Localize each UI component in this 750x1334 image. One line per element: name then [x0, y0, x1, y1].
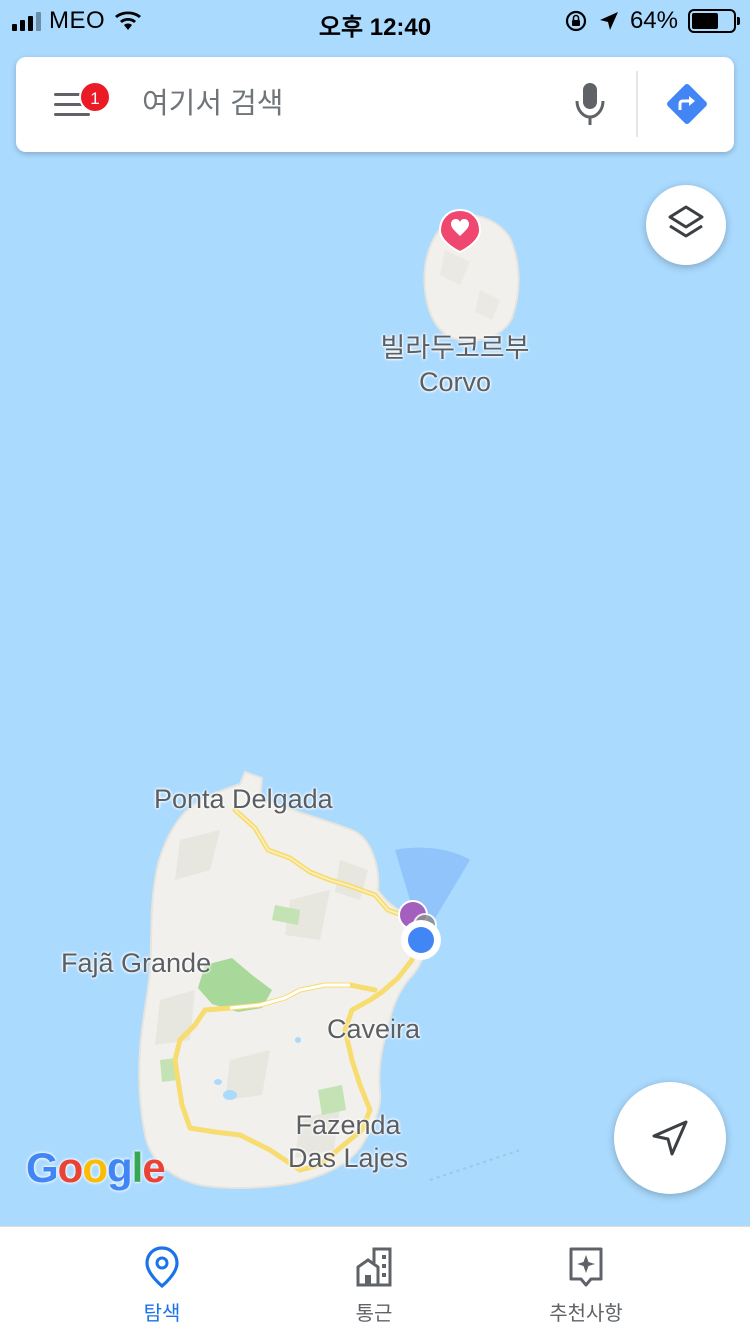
- battery-percent: 64%: [629, 7, 678, 34]
- tab-commute[interactable]: 통근: [274, 1227, 474, 1334]
- place-label-fazenda-das-lajes[interactable]: Fazenda Das Lajes: [278, 1110, 418, 1174]
- menu-button[interactable]: 1: [46, 79, 111, 129]
- island-label-corvo[interactable]: 빌라두코르부 Corvo: [355, 326, 555, 398]
- microphone-icon: [575, 83, 605, 125]
- directions-button[interactable]: [662, 79, 712, 129]
- search-input[interactable]: [142, 79, 562, 129]
- my-location-button[interactable]: [614, 1082, 726, 1194]
- layers-icon: [668, 205, 704, 238]
- status-bar: MEO 오후 12:40 64%: [0, 0, 750, 41]
- location-arrow-icon: [599, 12, 618, 30]
- search-divider: [636, 71, 638, 137]
- directions-icon: [667, 84, 707, 124]
- place-label-ponta-delgada[interactable]: Ponta Delgada: [154, 784, 333, 815]
- bottom-navigation: 탐색 통근 추천사항: [0, 1226, 750, 1334]
- commute-building-icon: [356, 1247, 392, 1287]
- battery-icon: [688, 9, 740, 33]
- tab-for-you[interactable]: 추천사항: [486, 1227, 686, 1334]
- google-logo: Google: [26, 1144, 166, 1191]
- navigation-arrow-icon: [652, 1120, 688, 1156]
- notification-badge: 1: [79, 81, 111, 113]
- explore-pin-icon: [145, 1246, 179, 1289]
- layers-button[interactable]: [646, 185, 726, 265]
- for-you-sparkle-icon: [569, 1247, 603, 1287]
- user-location-dot: [401, 920, 441, 960]
- tab-explore[interactable]: 탐색: [62, 1227, 262, 1334]
- tab-for-you-label: 추천사항: [549, 1303, 623, 1325]
- tab-commute-label: 통근: [355, 1303, 393, 1325]
- search-bar: 1: [16, 57, 734, 152]
- orientation-lock-icon: [565, 10, 587, 32]
- place-label-faja-grande[interactable]: Fajã Grande: [61, 948, 211, 979]
- tab-explore-label: 탐색: [143, 1303, 181, 1325]
- place-label-caveira[interactable]: Caveira: [327, 1014, 420, 1045]
- voice-search-button[interactable]: [568, 79, 612, 129]
